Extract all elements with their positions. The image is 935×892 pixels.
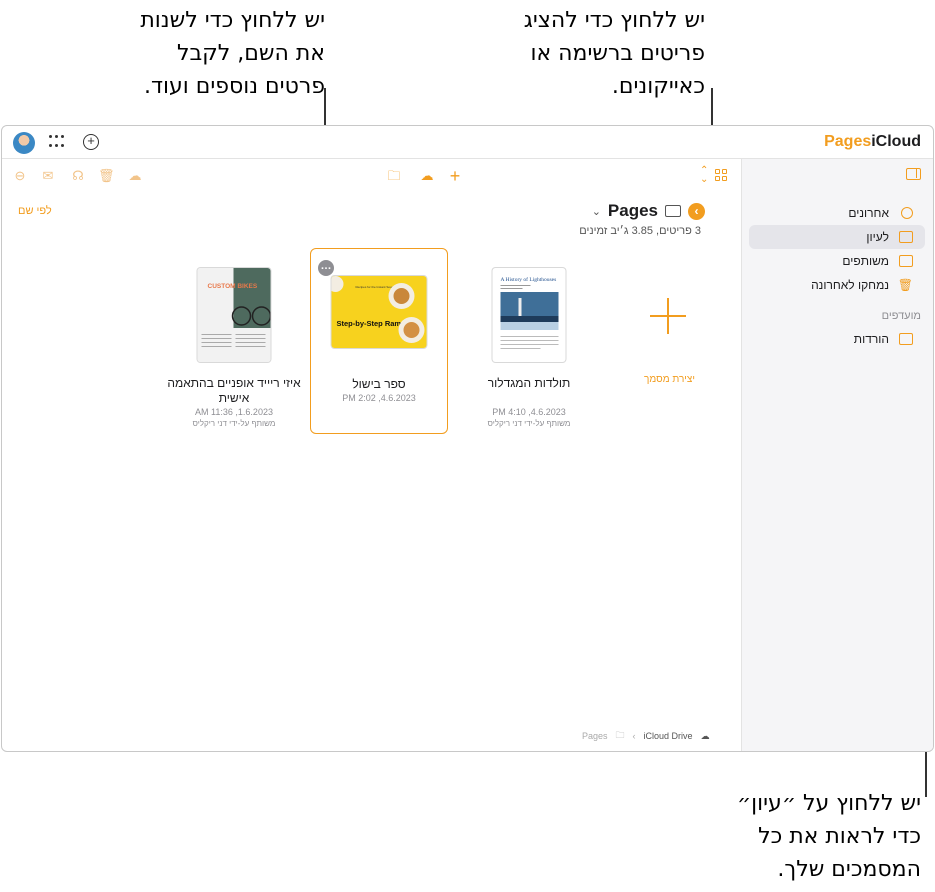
document-shared-by: משותף על-ידי דני ריקליס xyxy=(460,419,598,428)
shared-icon xyxy=(899,255,913,267)
callout-view-toggle: יש ללחוץ כדי להציג פריטים ברשימה או כאיי… xyxy=(524,4,705,103)
upload-icon[interactable]: ☁ xyxy=(419,168,435,184)
app-brand: PagesiCloud xyxy=(824,133,921,151)
document-thumbnail[interactable]: CUSTOM BIKES xyxy=(198,268,271,362)
sidebar-item-label: אחרונים xyxy=(848,206,889,220)
callout-browse: יש ללחוץ על ״עיון״ כדי לראות את כל המסמכ… xyxy=(737,787,921,886)
create-document-button[interactable] xyxy=(650,298,686,334)
add-icon[interactable]: + xyxy=(447,168,463,184)
collaborate-icon[interactable]: ☊ xyxy=(70,168,86,184)
view-grid-icon[interactable] xyxy=(715,169,727,181)
folder-icon xyxy=(665,205,681,217)
folder-header: › Pages ⌄ xyxy=(592,201,705,221)
download-icon[interactable]: ☁ xyxy=(127,168,143,184)
document-date: 4.6.2023, 2:02 PM xyxy=(311,392,447,404)
document-thumbnail[interactable]: A History of Lighthouses xyxy=(493,268,566,362)
callout-more-menu: יש ללחוץ כדי לשנות את השם, לקבל פרטים נו… xyxy=(140,4,325,103)
document-card[interactable]: CUSTOM BIKES איזי ריייד אופניים בהתאמה א… xyxy=(165,248,303,434)
sidebar-item-recently-deleted[interactable]: 🗑 נמחקו לאחרונה xyxy=(749,273,925,297)
lighthouse-thumbnail-art: A History of Lighthouses xyxy=(493,268,566,362)
folder-icon xyxy=(899,231,913,243)
document-date: 1.6.2023, 11:36 AM xyxy=(165,406,303,418)
folder-info: 3 פריטים, 3.85 ג׳יב זמינים xyxy=(579,225,701,237)
sidebar-item-label: משותפים xyxy=(842,254,889,268)
document-name[interactable]: ספר בישול xyxy=(311,377,447,392)
document-name[interactable]: תולדות המגדלור xyxy=(460,376,598,391)
sidebar-item-downloads[interactable]: הורדות xyxy=(749,327,925,351)
app-grid-icon[interactable] xyxy=(49,135,65,149)
ramen-thumbnail-art: Recipes for the Instant Soup Experts Ste… xyxy=(332,276,427,348)
toolbar: ⊖ ✉ ☊ 🗑 ☁ 🗀 ☁ + ⌃⌄ xyxy=(2,159,742,193)
sidebar-item-label: הורדות xyxy=(854,332,889,346)
breadcrumb-current[interactable]: Pages xyxy=(582,731,608,741)
document-thumbnail[interactable]: Recipes for the Instant Soup Experts Ste… xyxy=(332,276,427,348)
sort-by-name-button[interactable]: לפי שם xyxy=(18,205,52,217)
document-card[interactable]: A History of Lighthouses תולדות המגדלור … xyxy=(460,248,598,434)
breadcrumb: Pages 🗀 ‹ iCloud Drive ☁ xyxy=(582,728,710,744)
sidebar-item-shared[interactable]: משותפים xyxy=(749,249,925,273)
sort-order-icon[interactable]: ⌃⌄ xyxy=(700,166,708,184)
sidebar: אחרונים לעיון משותפים 🗑 נמחקו לאחרונה מו… xyxy=(741,159,933,752)
bikes-thumbnail-art: CUSTOM BIKES xyxy=(198,268,271,362)
mail-icon[interactable]: ✉ xyxy=(40,168,56,184)
breadcrumb-root[interactable]: iCloud Drive xyxy=(644,731,693,741)
svg-text:A History of Lighthouses: A History of Lighthouses xyxy=(501,276,557,283)
chevron-left-icon: ‹ xyxy=(633,731,636,741)
sidebar-item-recents[interactable]: אחרונים xyxy=(749,201,925,225)
svg-text:CUSTOM BIKES: CUSTOM BIKES xyxy=(208,283,258,290)
page-title: Pages xyxy=(608,201,658,221)
document-date: 4.6.2023, 4:10 PM xyxy=(460,406,598,418)
document-card-selected[interactable]: Recipes for the Instant Soup Experts Ste… xyxy=(310,248,448,434)
document-name[interactable]: איזי ריייד אופניים בהתאמה אישית xyxy=(165,376,303,406)
new-folder-icon[interactable]: 🗀 xyxy=(386,168,402,184)
sidebar-item-label: נמחקו לאחרונה xyxy=(811,278,889,292)
more-options-icon[interactable]: … xyxy=(318,260,334,276)
create-document-label[interactable]: יצירת מסמך xyxy=(602,374,737,385)
avatar[interactable] xyxy=(13,132,35,154)
trash-icon[interactable]: 🗑 xyxy=(98,168,114,184)
sidebar-item-browse[interactable]: לעיון xyxy=(749,225,925,249)
add-circle-icon[interactable]: + xyxy=(83,134,99,150)
app-window: + PagesiCloud ⊖ ✉ ☊ 🗑 ☁ 🗀 ☁ + ⌃⌄ אחרונים… xyxy=(1,125,934,752)
chevron-icon[interactable]: › xyxy=(688,203,705,220)
favorites-header: מועדפים xyxy=(882,310,921,322)
clock-icon xyxy=(901,207,913,219)
more-options-icon[interactable]: ⊖ xyxy=(12,168,28,184)
folder-icon xyxy=(899,333,913,345)
folder-icon: 🗀 xyxy=(616,728,625,744)
trash-icon: 🗑 xyxy=(899,279,913,291)
sidebar-toggle-icon[interactable] xyxy=(906,168,921,180)
document-shared-by: משותף על-ידי דני ריקליס xyxy=(165,419,303,428)
sidebar-item-label: לעיון xyxy=(866,230,889,244)
cloud-icon: ☁ xyxy=(701,731,710,742)
chevron-down-icon[interactable]: ⌄ xyxy=(592,205,601,218)
top-bar: + PagesiCloud xyxy=(2,126,933,159)
